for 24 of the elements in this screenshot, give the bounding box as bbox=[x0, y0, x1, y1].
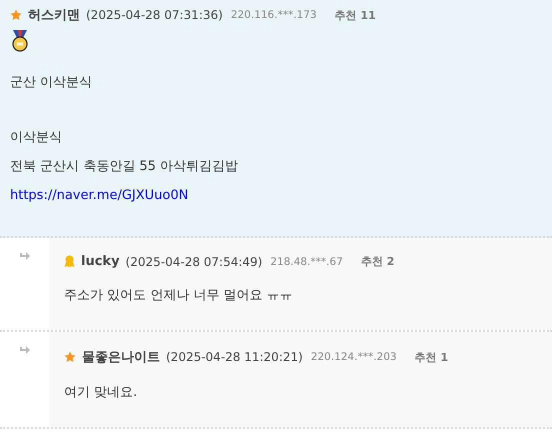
comment-text: 주소가 있어도 언제나 너무 멀어요 ㅠㅠ bbox=[64, 288, 293, 303]
comment-text: 여기 맞네요. bbox=[64, 385, 138, 400]
comment-date: (2025-04-28 07:54:49) bbox=[126, 254, 262, 268]
author-name[interactable]: 물좋은나이트 bbox=[82, 348, 160, 366]
recommend-count: 추천 1 bbox=[414, 350, 448, 364]
ip-address: 220.124.***.203 bbox=[310, 351, 397, 363]
comment-text: 군산 이삭분식 bbox=[10, 75, 92, 90]
author-name[interactable]: lucky bbox=[81, 254, 120, 269]
ip-address: 218.48.***.67 bbox=[270, 256, 343, 268]
comment-text: 이삭분식 bbox=[10, 130, 62, 145]
link[interactable]: https://naver.me/GJXUuo0N bbox=[10, 188, 188, 203]
comment-text: 전북 군산시 축동안길 55 아삭튀김김밥 bbox=[10, 159, 238, 174]
comment-date: (2025-04-28 11:20:21) bbox=[166, 350, 303, 364]
recommend-count: 추천 2 bbox=[360, 254, 394, 269]
ip-address: 220.116.***.173 bbox=[230, 9, 317, 21]
reply-arrow-icon bbox=[18, 252, 30, 262]
medal-icon bbox=[10, 30, 30, 52]
recommend-count: 추천 11 bbox=[334, 8, 376, 22]
comment-date: (2025-04-28 07:31:36) bbox=[86, 8, 223, 22]
reply-arrow-icon bbox=[18, 346, 30, 356]
author-name[interactable]: 허스키맨 bbox=[28, 6, 80, 24]
star-icon bbox=[10, 9, 22, 21]
ribbon-icon bbox=[64, 255, 75, 268]
star-icon bbox=[64, 351, 76, 363]
